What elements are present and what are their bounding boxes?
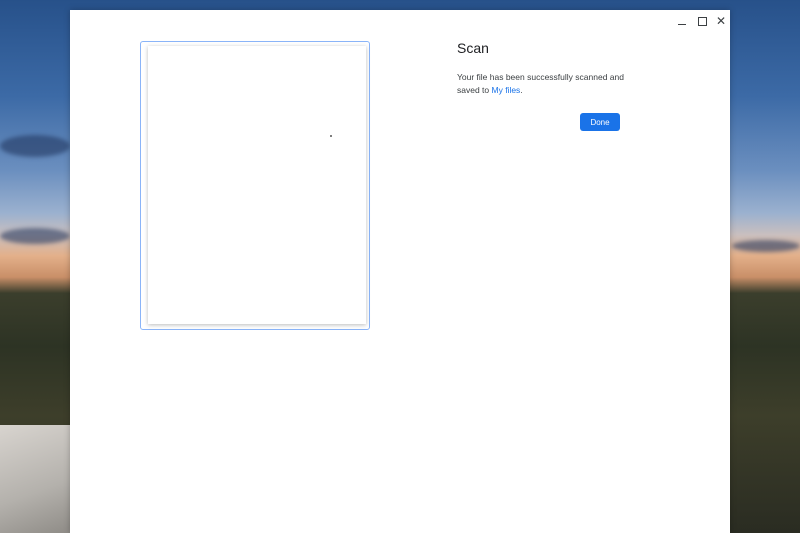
maximize-icon	[697, 16, 707, 26]
close-button[interactable]: ✕	[711, 12, 731, 30]
page-title: Scan	[457, 40, 489, 56]
scanned-page-thumbnail	[148, 46, 366, 324]
minimize-icon	[678, 24, 686, 25]
page-speck	[330, 135, 332, 137]
message-text: Your file has been successfully scanned …	[457, 72, 624, 95]
scan-app-window: ✕ Scan Your file has been successfully s…	[70, 10, 730, 533]
done-button[interactable]: Done	[580, 113, 620, 131]
maximize-button[interactable]	[692, 12, 712, 30]
scan-preview-frame[interactable]	[140, 41, 370, 330]
wallpaper-cloud	[0, 135, 70, 157]
wallpaper-rock	[0, 425, 70, 533]
my-files-link[interactable]: My files	[492, 85, 521, 95]
close-icon: ✕	[715, 14, 727, 28]
message-period: .	[520, 84, 523, 95]
wallpaper-cloud	[732, 240, 800, 252]
minimize-button[interactable]	[672, 12, 692, 30]
wallpaper-cloud	[0, 228, 70, 244]
scan-complete-message: Your file has been successfully scanned …	[457, 71, 632, 96]
